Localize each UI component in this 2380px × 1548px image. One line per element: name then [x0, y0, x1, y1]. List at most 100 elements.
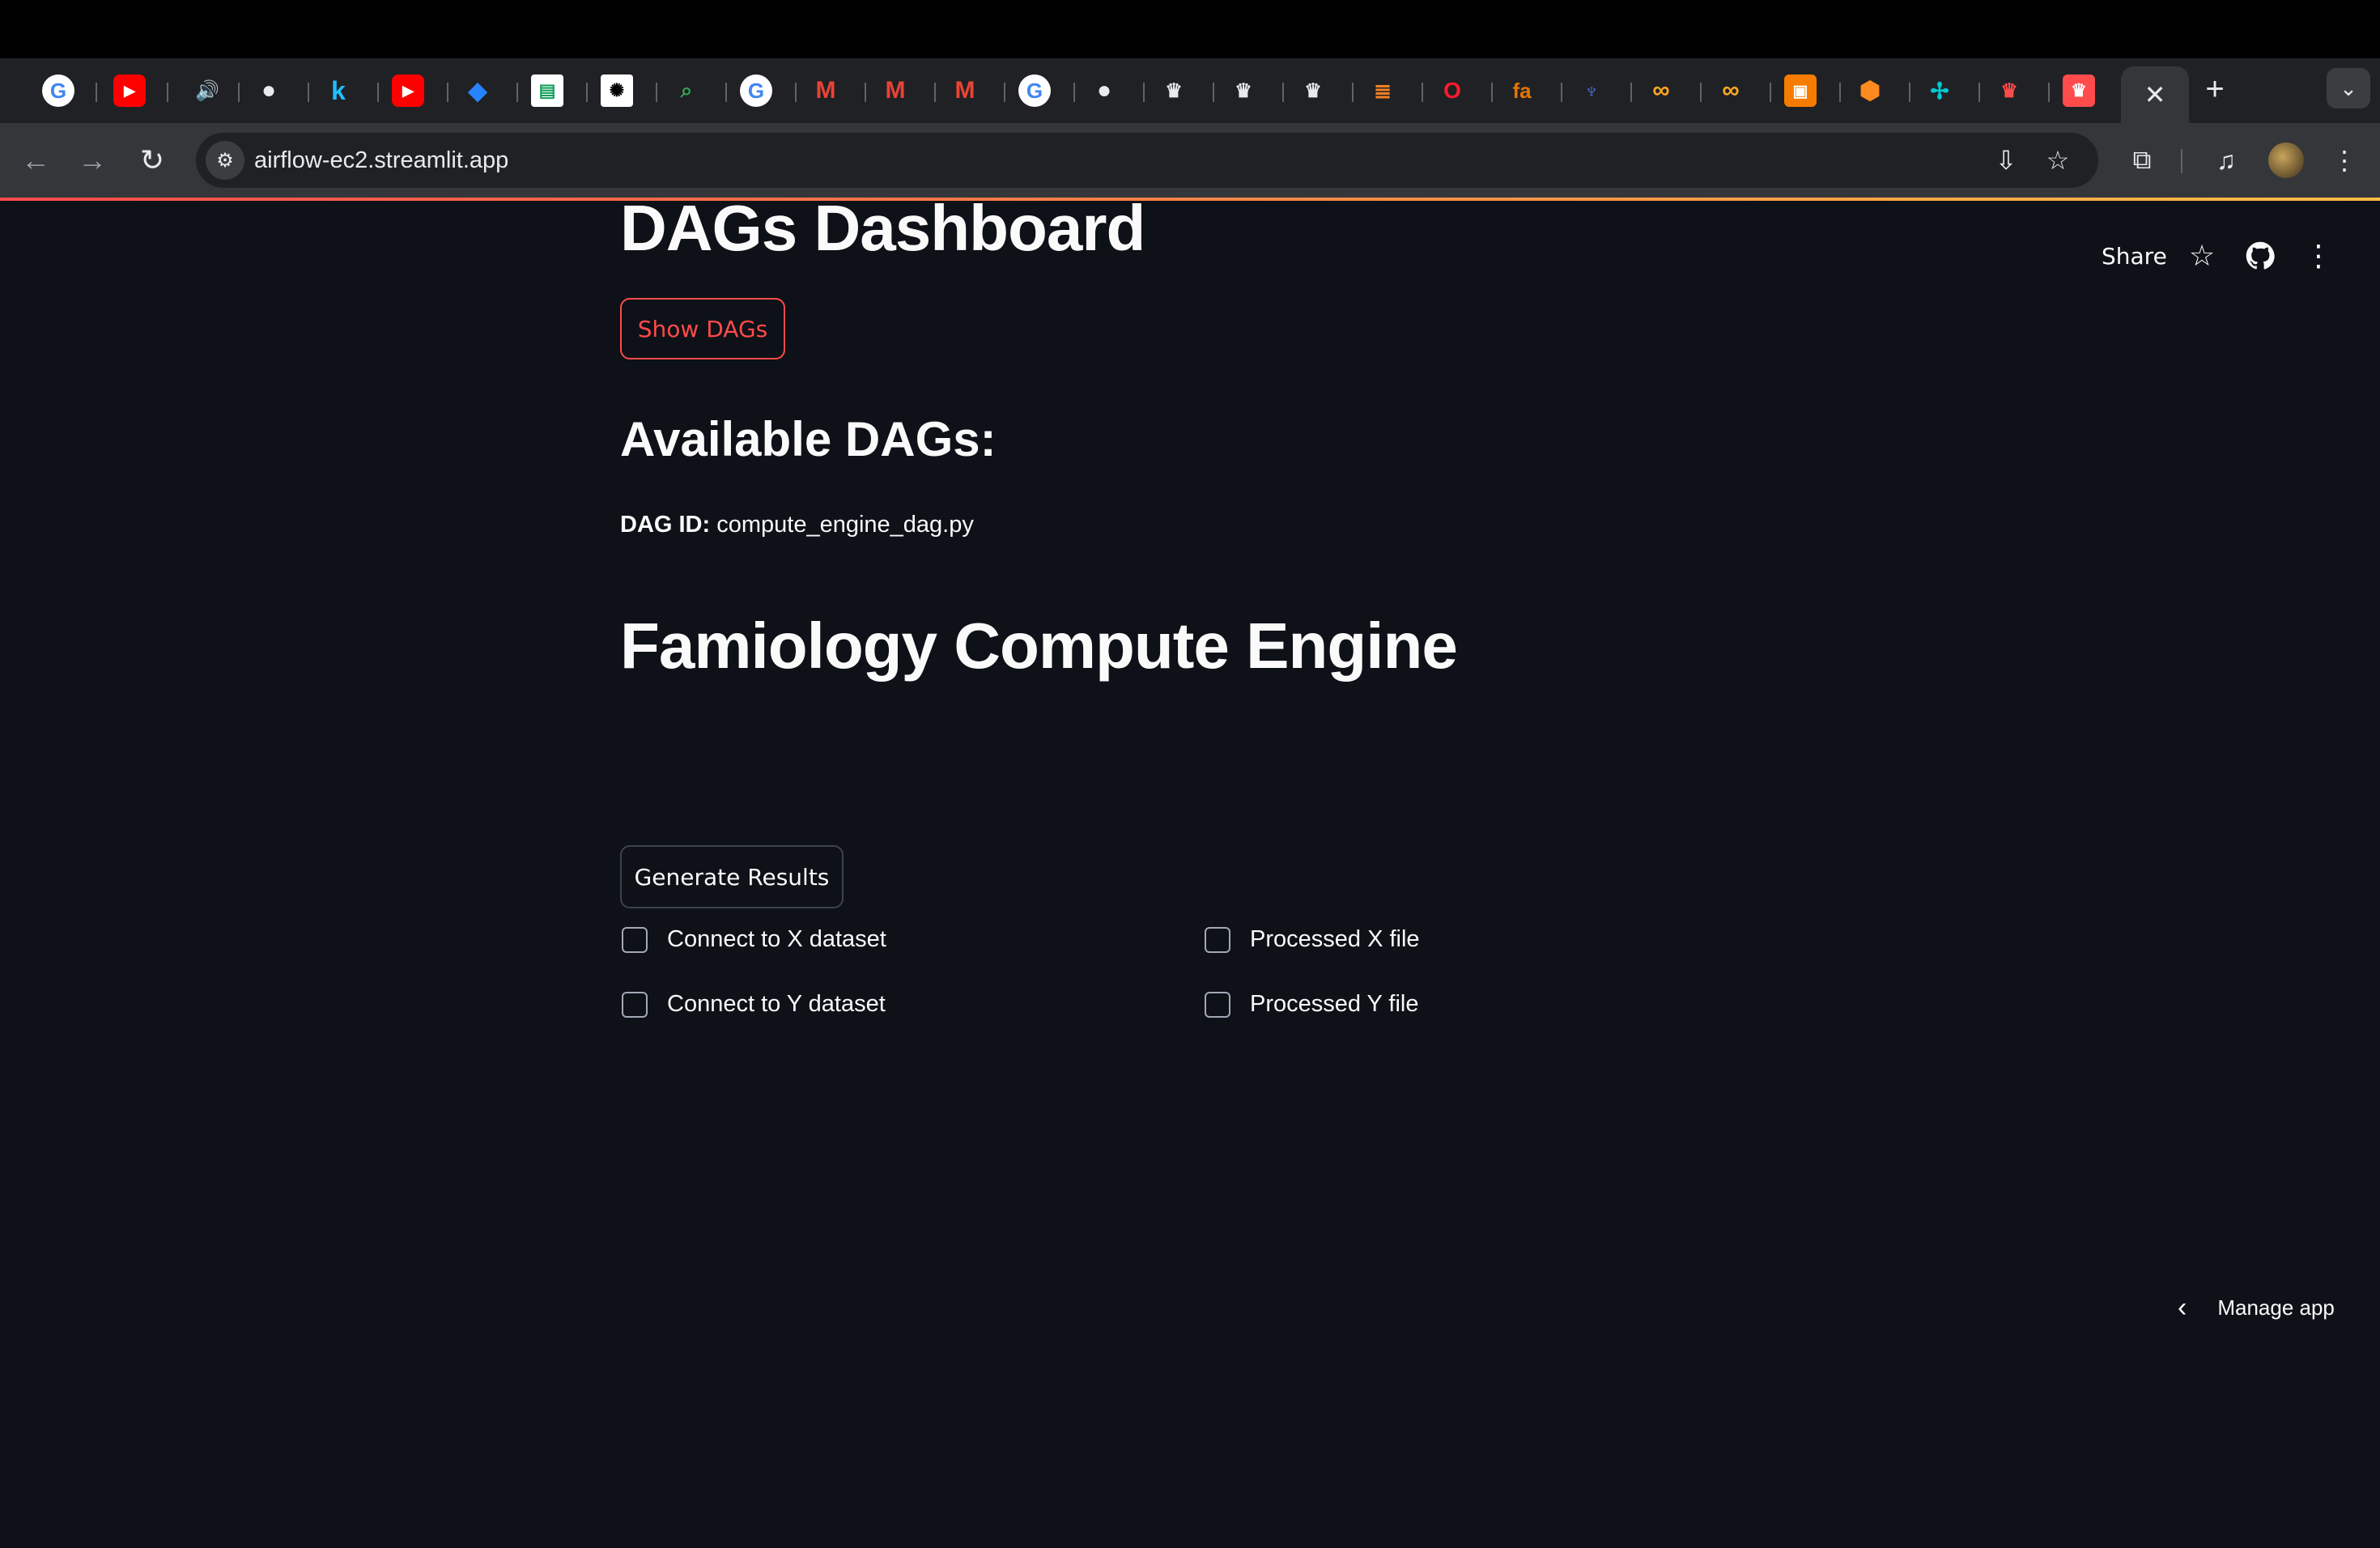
close-icon[interactable]: ✕ — [2144, 79, 2166, 110]
os-title-bar — [0, 0, 2380, 58]
tab-separator — [1422, 83, 1423, 102]
github-icon[interactable]: ● — [1088, 74, 1120, 107]
tab-separator — [1700, 83, 1702, 102]
square-icon[interactable]: ▣ — [1784, 74, 1817, 107]
dag-id-line: DAG ID: compute_engine_dag.py — [620, 512, 974, 538]
compute-engine-title: Famiology Compute Engine — [620, 610, 1458, 682]
sheet-icon[interactable]: ▤ — [531, 74, 563, 107]
back-icon[interactable]: ← — [15, 139, 57, 181]
url-text[interactable]: airflow-ec2.streamlit.app — [254, 147, 508, 174]
checkbox-label: Connect to Y dataset — [667, 991, 886, 1017]
tab-separator — [1561, 83, 1562, 102]
tab-separator — [238, 83, 240, 102]
stack-icon[interactable]: ≣ — [1366, 74, 1399, 107]
k-icon[interactable]: k — [322, 74, 355, 107]
checkbox-box[interactable] — [1205, 926, 1230, 953]
tab-separator — [1491, 83, 1493, 102]
tab-separator — [1630, 83, 1632, 102]
forward-icon[interactable]: → — [71, 139, 113, 181]
tab-separator — [1352, 83, 1354, 102]
crown-icon[interactable]: ♛ — [1158, 74, 1190, 107]
tab-separator — [656, 83, 657, 102]
tab-separator — [934, 83, 936, 102]
tab-separator — [167, 83, 168, 102]
address-bar[interactable]: ⚙ airflow-ec2.streamlit.app ⇩ ☆ — [196, 133, 2098, 188]
connect-y-checkbox[interactable]: Connect to Y dataset — [622, 991, 886, 1018]
tab-separator — [586, 83, 588, 102]
install-app-icon[interactable]: ⇩ — [1988, 142, 2024, 178]
fa-icon[interactable]: fa — [1506, 74, 1538, 107]
youtube-icon[interactable]: ▶ — [392, 74, 424, 107]
generate-results-button[interactable]: Generate Results — [620, 845, 844, 908]
tab-separator — [308, 83, 309, 102]
tab-separator — [725, 83, 727, 102]
tab-separator — [447, 83, 448, 102]
tab-search-button[interactable]: ⌄ — [2327, 68, 2370, 108]
opera-icon[interactable]: O — [1436, 74, 1468, 107]
connect-x-checkbox[interactable]: Connect to X dataset — [622, 926, 886, 953]
reload-icon[interactable]: ↻ — [131, 139, 173, 181]
gmail-icon[interactable]: M — [879, 74, 912, 107]
github-icon[interactable] — [2241, 236, 2280, 275]
google-icon[interactable]: G — [42, 74, 74, 107]
crown-icon[interactable]: ♛ — [1227, 74, 1260, 107]
tab-separator — [1143, 83, 1145, 102]
gmail-icon[interactable]: M — [949, 74, 981, 107]
jira-icon[interactable]: ◆ — [461, 74, 494, 107]
processed-y-checkbox[interactable]: Processed Y file — [1205, 991, 1419, 1018]
active-tab[interactable]: ✕ — [2121, 66, 2189, 123]
app-container: Share ☆ ⋮ — [0, 201, 2380, 1548]
checkbox-label: Processed X file — [1250, 926, 1420, 952]
show-dags-button[interactable]: Show DAGs — [620, 298, 785, 359]
share-button[interactable]: Share — [2102, 243, 2167, 270]
infinity-icon[interactable]: ∞ — [1645, 74, 1677, 107]
tab-separator — [1909, 83, 1910, 102]
app-menu-icon[interactable]: ⋮ — [2299, 236, 2338, 275]
box-icon[interactable]: ⬢ — [1854, 74, 1886, 107]
manage-app-button[interactable]: ‹ Manage app — [2178, 1292, 2335, 1324]
airflow-icon[interactable]: ✢ — [1923, 74, 1956, 107]
crown-icon[interactable]: ♛ — [1297, 74, 1329, 107]
extensions-icon[interactable]: ⧉ — [2121, 139, 2163, 181]
available-dags-heading: Available DAGs: — [620, 412, 997, 466]
tab-separator — [1004, 83, 1005, 102]
tab-separator — [96, 83, 97, 102]
search-lens-icon[interactable]: ⌕ — [670, 74, 703, 107]
checkbox-box[interactable] — [622, 991, 648, 1018]
tab-separator — [1770, 83, 1771, 102]
tab-separator — [1073, 83, 1075, 102]
manage-app-label: Manage app — [2217, 1295, 2335, 1320]
star-icon[interactable]: ☆ — [2182, 236, 2221, 275]
site-info-icon[interactable]: ⚙ — [206, 141, 244, 180]
streamlit-active-icon[interactable]: ♛ — [2063, 74, 2095, 107]
cactus-icon[interactable]: ♆ — [1575, 74, 1608, 107]
infinity-icon[interactable]: ∞ — [1715, 74, 1747, 107]
google-icon[interactable]: G — [1018, 74, 1051, 107]
checkbox-label: Processed Y file — [1250, 991, 1419, 1017]
new-tab-button[interactable]: + — [2197, 71, 2233, 107]
tab-separator — [865, 83, 866, 102]
gmail-icon[interactable]: M — [810, 74, 842, 107]
browser-menu-icon[interactable]: ⋮ — [2323, 139, 2365, 181]
profile-avatar[interactable] — [2268, 142, 2304, 178]
google-icon[interactable]: G — [740, 74, 772, 107]
tab-separator — [1978, 83, 1980, 102]
youtube-icon[interactable]: ▶ — [113, 74, 146, 107]
tab-separator — [377, 83, 379, 102]
checkbox-box[interactable] — [622, 926, 648, 953]
audio-icon[interactable]: 🔊 — [191, 74, 223, 107]
bookmark-star-icon[interactable]: ☆ — [2040, 142, 2076, 178]
page-title: DAGs Dashboard — [620, 192, 1145, 264]
processed-x-checkbox[interactable]: Processed X file — [1205, 926, 1420, 953]
tab-separator — [2048, 83, 2050, 102]
toolbar-divider — [2181, 149, 2182, 173]
media-control-icon[interactable]: ♫ — [2205, 139, 2247, 181]
streamlit-icon[interactable]: ♛ — [1993, 74, 2025, 107]
chevron-left-icon: ‹ — [2178, 1292, 2187, 1323]
tab-separator — [1213, 83, 1214, 102]
github-icon[interactable]: ● — [253, 74, 285, 107]
chatgpt-icon[interactable]: ✺ — [601, 74, 633, 107]
browser-toolbar: ← → ↻ ⚙ airflow-ec2.streamlit.app ⇩ ☆ ⧉ … — [0, 123, 2380, 198]
checkbox-box[interactable] — [1205, 991, 1230, 1018]
checkbox-label: Connect to X dataset — [667, 926, 886, 952]
